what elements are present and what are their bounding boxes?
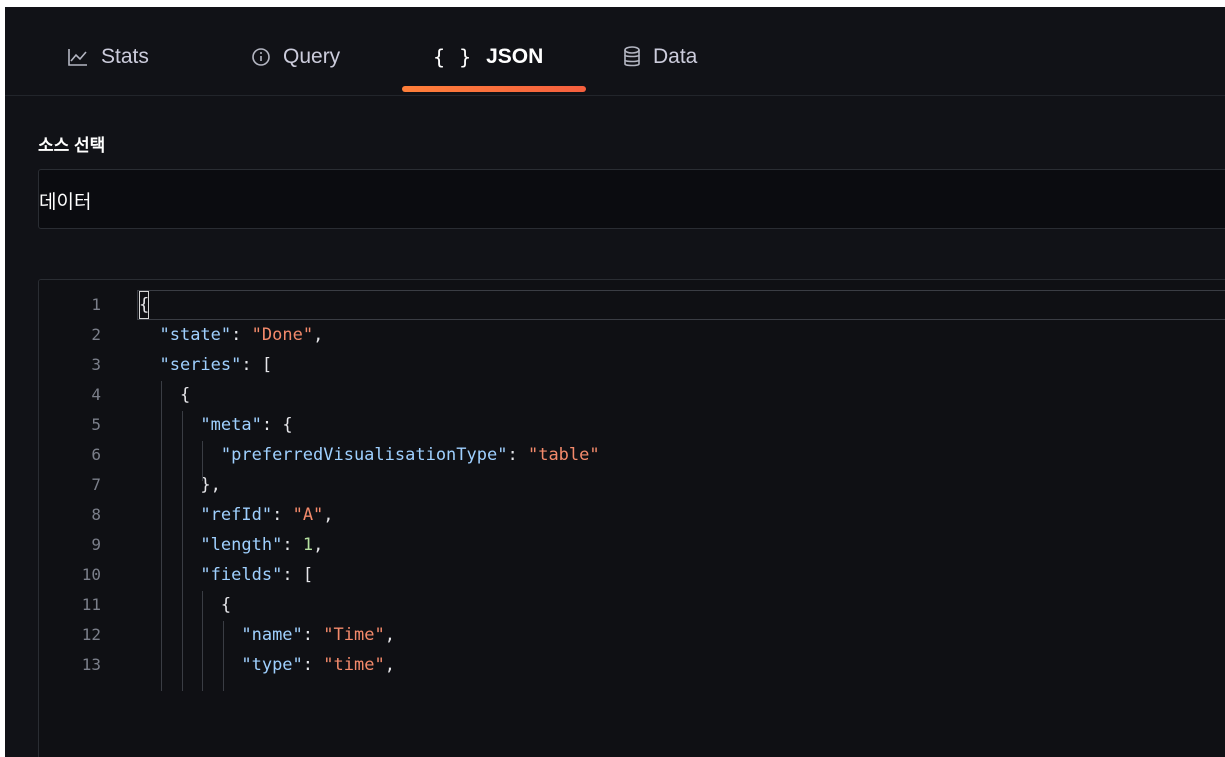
code-line: 8 "refId": "A", <box>39 501 1225 529</box>
info-circle-icon <box>251 47 271 67</box>
line-number: 5 <box>91 415 101 434</box>
tab-data-label: Data <box>653 45 698 68</box>
code-line: 1{ <box>39 291 1225 319</box>
line-number: 10 <box>81 565 101 584</box>
braces-icon: { } <box>433 45 473 69</box>
code-text: "series": [ <box>159 355 273 375</box>
code-text: }, <box>200 475 221 495</box>
source-select-dropdown[interactable]: 데이터 <box>38 169 1225 229</box>
line-number: 2 <box>91 325 101 344</box>
database-icon <box>623 46 641 68</box>
chart-line-icon <box>67 47 89 67</box>
code-text: { <box>220 595 232 615</box>
code-line: 10 "fields": [ <box>39 561 1225 589</box>
line-number: 11 <box>81 595 101 614</box>
source-select-label: 소스 선택 <box>38 136 106 155</box>
tab-data[interactable]: Data <box>623 43 697 71</box>
line-number: 7 <box>91 475 101 494</box>
tab-json[interactable]: { } JSON <box>433 43 543 71</box>
code-line: 12 "name": "Time", <box>39 621 1225 649</box>
tab-stats[interactable]: Stats <box>67 43 149 71</box>
code-text: "type": "time", <box>241 655 395 675</box>
code-text: "preferredVisualisationType": "table" <box>220 445 600 465</box>
tab-query[interactable]: Query <box>251 43 340 71</box>
line-number: 3 <box>91 355 101 374</box>
code-line: 13 "type": "time", <box>39 651 1225 679</box>
code-line: 5 "meta": { <box>39 411 1225 439</box>
line-number: 13 <box>81 655 101 674</box>
indent-guide <box>202 441 204 481</box>
tab-stats-label: Stats <box>101 45 149 68</box>
code-text: "length": 1, <box>200 535 324 555</box>
line-number: 1 <box>91 295 101 314</box>
line-number: 9 <box>91 535 101 554</box>
code-text: { <box>139 291 150 319</box>
line-number: 6 <box>91 445 101 464</box>
indent-guide <box>202 591 204 691</box>
code-line: 3 "series": [ <box>39 351 1225 379</box>
code-line: 7 }, <box>39 471 1225 499</box>
indent-guide <box>181 411 183 691</box>
line-number: 12 <box>81 625 101 644</box>
code-line: 6 "preferredVisualisationType": "table" <box>39 441 1225 469</box>
indent-guide <box>222 621 224 691</box>
code-text: "refId": "A", <box>200 505 334 525</box>
code-text: "fields": [ <box>200 565 314 585</box>
code-line: 9 "length": 1, <box>39 531 1225 559</box>
query-inspector-panel: Stats Query { } JSON Data 소스 선택 데이터 1 {… <box>5 7 1225 757</box>
indent-guide <box>161 381 163 691</box>
line-number: 8 <box>91 505 101 524</box>
json-code-editor[interactable]: 1{2 "state": "Done", 3 "series": [4 {5 "m… <box>38 279 1225 757</box>
code-text: { <box>179 385 191 405</box>
inspector-tabbar: Stats Query { } JSON Data <box>5 7 1225 96</box>
line-number: 4 <box>91 385 101 404</box>
code-text: "name": "Time", <box>241 625 395 645</box>
code-line: 4 { <box>39 381 1225 409</box>
code-text: "state": "Done", <box>159 325 324 345</box>
code-line: 2 "state": "Done", <box>39 321 1225 349</box>
tab-query-label: Query <box>283 45 341 68</box>
code-line: 11 { <box>39 591 1225 619</box>
source-select-value: 데이터 <box>39 192 92 213</box>
active-tab-indicator <box>402 86 586 92</box>
tab-json-label: JSON <box>486 45 544 68</box>
